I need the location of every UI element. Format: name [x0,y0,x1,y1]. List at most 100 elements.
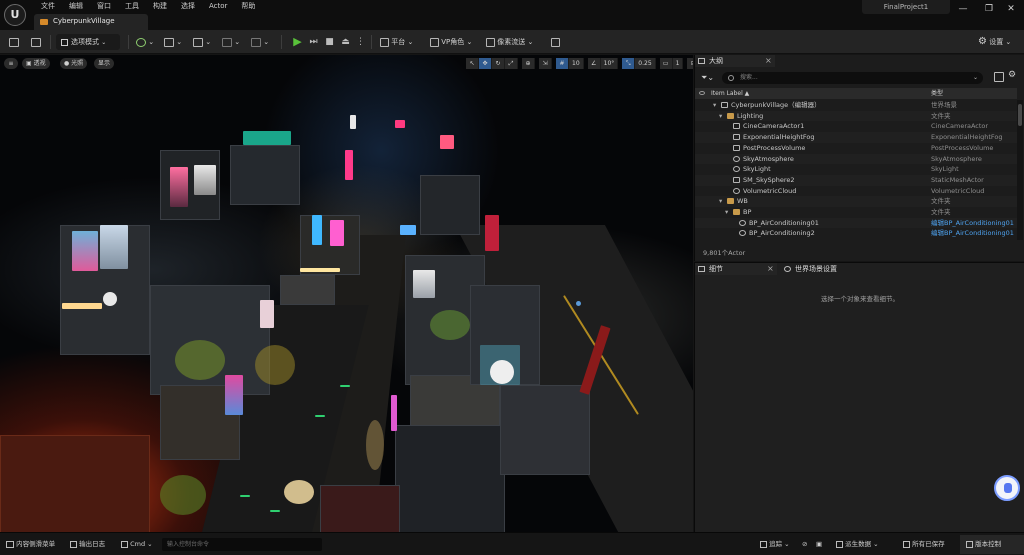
more-options-icon[interactable]: ⋮ [353,34,368,50]
details-tab[interactable]: 细节 × [695,263,777,275]
tree-row-folder[interactable]: ▾ BP 文件夹 [695,207,1017,218]
menu-edit[interactable]: 编辑 [62,0,90,13]
chevron-down-icon[interactable]: ▾ [713,100,716,111]
close-icon[interactable]: × [767,263,774,275]
outliner-search-input[interactable]: 搜索... ⌄ [722,72,983,84]
camera-speed-icon[interactable]: ▭ [659,58,673,69]
chevron-down-icon[interactable]: ▾ [719,196,722,207]
translate-tool-icon[interactable]: ✥ [479,58,492,69]
visibility-icon[interactable] [699,91,705,95]
save-icon[interactable] [9,34,19,50]
menu-actor[interactable]: Actor [202,0,234,13]
version-control-button[interactable]: 版本控制 [966,538,1001,551]
level-viewport[interactable]: ≡ ▣ 透视 ● 光照 显示 ↖ ✥ ↻ ⤢ ⊕ ⇲ # 10 ∠ 10° ⤡ … [0,55,693,532]
maximize-viewport-icon[interactable]: ⊞ [687,58,693,69]
play-icon[interactable]: ▶ [290,34,305,50]
trace-dropdown[interactable]: 追踪 ⌄ [760,538,790,551]
camera-speed-value[interactable]: 1 [672,58,684,69]
grid-snap-value[interactable]: 10 [569,58,584,69]
scrollbar-thumb[interactable] [1018,104,1022,126]
derived-data-button[interactable]: 派生数据 ⌄ [836,538,879,551]
rotate-tool-icon[interactable]: ↻ [492,58,505,69]
eject-icon[interactable]: ⏏ [338,34,353,50]
tree-row-folder[interactable]: ▾ Lighting 文件夹 [695,110,1017,122]
stop-icon[interactable]: ■ [322,34,337,50]
world-local-icon[interactable]: ⊕ [522,58,535,69]
add-actor-icon[interactable]: ⌄ [136,34,154,50]
outliner-scrollbar[interactable] [1017,100,1023,240]
title-bar: U 文件 编辑 窗口 工具 构建 选择 Actor 帮助 CyberpunkVi… [0,0,1024,30]
viewport-menu-icon[interactable]: ≡ [4,58,18,69]
menu-window[interactable]: 窗口 [90,0,118,13]
modeling-icon[interactable]: ⌄ [222,34,240,50]
scale-snap-icon[interactable]: ⤡ [622,58,636,69]
vp-role-dropdown[interactable]: VP角色 ⌄ [430,34,472,50]
maximize-button[interactable]: ❐ [978,2,1000,16]
menu-build[interactable]: 构建 [146,0,174,13]
outliner-tab[interactable]: 大纲 × [695,55,775,67]
chevron-down-icon[interactable]: ▾ [725,207,728,218]
grid-snap-icon[interactable]: # [556,58,569,69]
menu-select[interactable]: 选择 [174,0,202,13]
actor-count: 9,801个Actor [703,249,746,257]
scale-snap-value[interactable]: 0.25 [635,58,656,69]
surface-snap-icon[interactable]: ⇲ [539,58,552,69]
level-document-tab[interactable]: CyberpunkVillage [34,14,148,30]
menu-tools[interactable]: 工具 [118,0,146,13]
select-tool-icon[interactable]: ↖ [466,58,479,69]
save-status[interactable]: 所有已保存 [903,538,945,551]
scale-tool-icon[interactable]: ⤢ [505,58,518,69]
add-folder-icon[interactable] [994,72,1004,82]
chevron-down-icon[interactable]: ▾ [719,111,722,122]
show-flags-button[interactable]: 显示 [94,58,115,69]
tree-row-actor[interactable]: ExponentialHeightFog ExponentialHeightFo… [695,132,1017,143]
content-browser-icon[interactable] [31,34,41,50]
settings-dropdown[interactable]: ⚙ 设置 ⌄ [978,34,1011,50]
status-icon-b[interactable]: ▣ [816,538,822,551]
rotation-snap-icon[interactable]: ∠ [587,58,601,69]
cmd-dropdown[interactable]: Cmd ⌄ [121,538,153,551]
cinematics-icon[interactable]: ⌄ [193,34,211,50]
edit-blueprint-link[interactable]: 编辑BP_AirConditioning01 [931,218,1014,229]
world-settings-tab[interactable]: 世界场景设置 [781,263,865,275]
status-icon-a[interactable]: ⊘ [802,538,807,551]
chevron-down-icon[interactable]: ⌄ [973,72,978,84]
output-log-button[interactable]: 输出日志 [70,538,105,551]
close-window-button[interactable]: ✕ [1000,2,1022,16]
actor-gizmo-icon[interactable] [576,301,581,306]
rotation-snap-value[interactable]: 10° [600,58,619,69]
pixel-streaming-dropdown[interactable]: 像素流送 ⌄ [486,34,533,50]
menu-help[interactable]: 帮助 [234,0,262,13]
minimize-button[interactable]: — [952,2,974,16]
tree-row-folder[interactable]: ▾ WB 文件夹 [695,196,1017,207]
filter-icon[interactable]: ⏷⌄ [701,73,714,83]
tree-row-actor[interactable]: CineCameraActor1 CineCameraActor [695,121,1017,132]
unreal-logo-icon[interactable]: U [4,4,26,26]
gear-icon[interactable]: ⚙ [1008,70,1016,80]
tree-row-actor[interactable]: BP_AirConditioning2 编辑BP_AirConditioning… [695,228,1017,239]
perspective-button[interactable]: ▣ 透视 [22,58,50,69]
tree-row-actor[interactable]: PostProcessVolume PostProcessVolume [695,143,1017,154]
lit-mode-button[interactable]: ● 光照 [60,58,88,69]
blueprint-icon[interactable]: ⌄ [164,34,182,50]
assistant-bubble-icon[interactable] [994,475,1020,501]
toolbar-extra-icon[interactable] [551,34,560,50]
platform-dropdown[interactable]: 平台 ⌄ [380,34,413,50]
close-icon[interactable]: × [765,55,772,67]
tree-row-actor[interactable]: SkyLight SkyLight [695,164,1017,175]
item-label-column[interactable]: Item Label ▲ [711,88,749,99]
details-tab-label: 细节 [709,265,723,273]
edit-blueprint-link[interactable]: 编辑BP_AirConditioning01 [931,228,1014,239]
tree-row-actor[interactable]: VolumetricCloud VolumetricCloud [695,186,1017,197]
tree-row-actor[interactable]: SkyAtmosphere SkyAtmosphere [695,153,1017,165]
tree-row-actor[interactable]: BP_AirConditioning01 编辑BP_AirConditionin… [695,217,1017,229]
content-drawer-button[interactable]: 内容侧滑菜单 [6,538,55,551]
step-icon[interactable]: ⏭ [306,34,321,50]
tree-row-world[interactable]: ▾ CyberpunkVillage（编辑器） 世界场景 [695,100,1017,111]
menu-file[interactable]: 文件 [34,0,62,13]
type-column[interactable]: 类型 [931,88,943,99]
tree-row-actor[interactable]: SM_SkySphere2 StaticMeshActor [695,174,1017,186]
package-icon[interactable]: ⌄ [251,34,269,50]
console-command-input[interactable]: 输入控制台命令 [162,538,322,551]
mode-dropdown[interactable]: 选项模式 ⌄ [56,34,120,50]
